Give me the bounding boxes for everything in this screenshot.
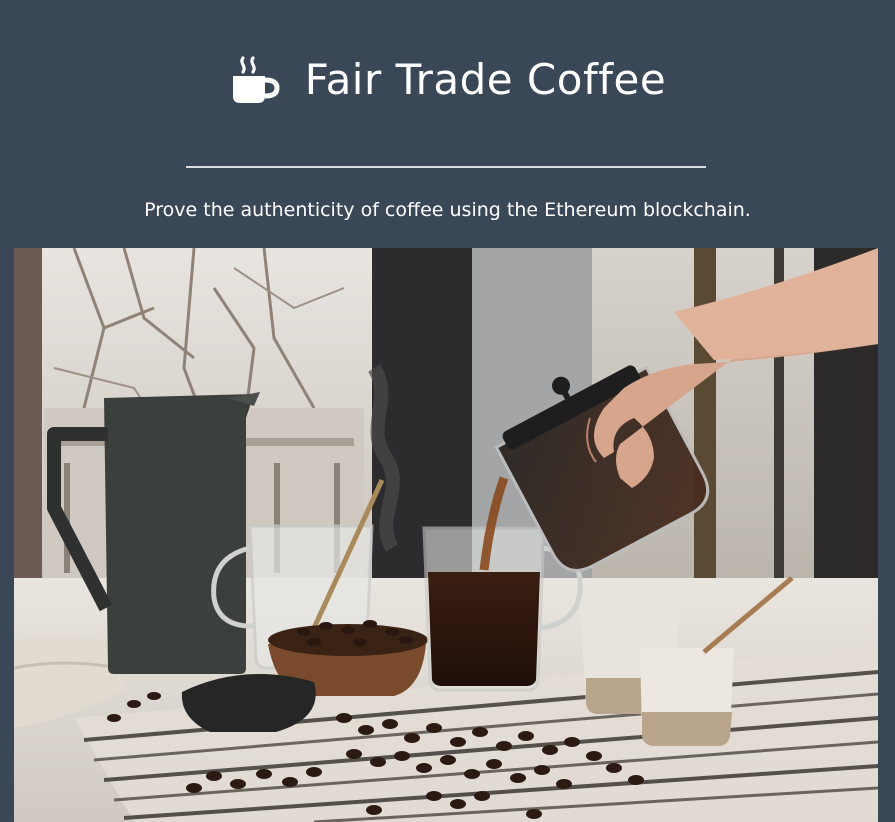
- page-title: Fair Trade Coffee: [304, 55, 667, 104]
- hero-image: [14, 248, 878, 822]
- coffee-pouring-photo: [14, 248, 878, 822]
- page-subtitle: Prove the authenticity of coffee using t…: [144, 199, 751, 221]
- title-divider: [186, 166, 706, 168]
- coffee-cup-icon: [232, 56, 280, 103]
- page-header: Fair Trade Coffee Prove the authenticity…: [0, 0, 895, 248]
- title-row: Fair Trade Coffee: [0, 50, 895, 110]
